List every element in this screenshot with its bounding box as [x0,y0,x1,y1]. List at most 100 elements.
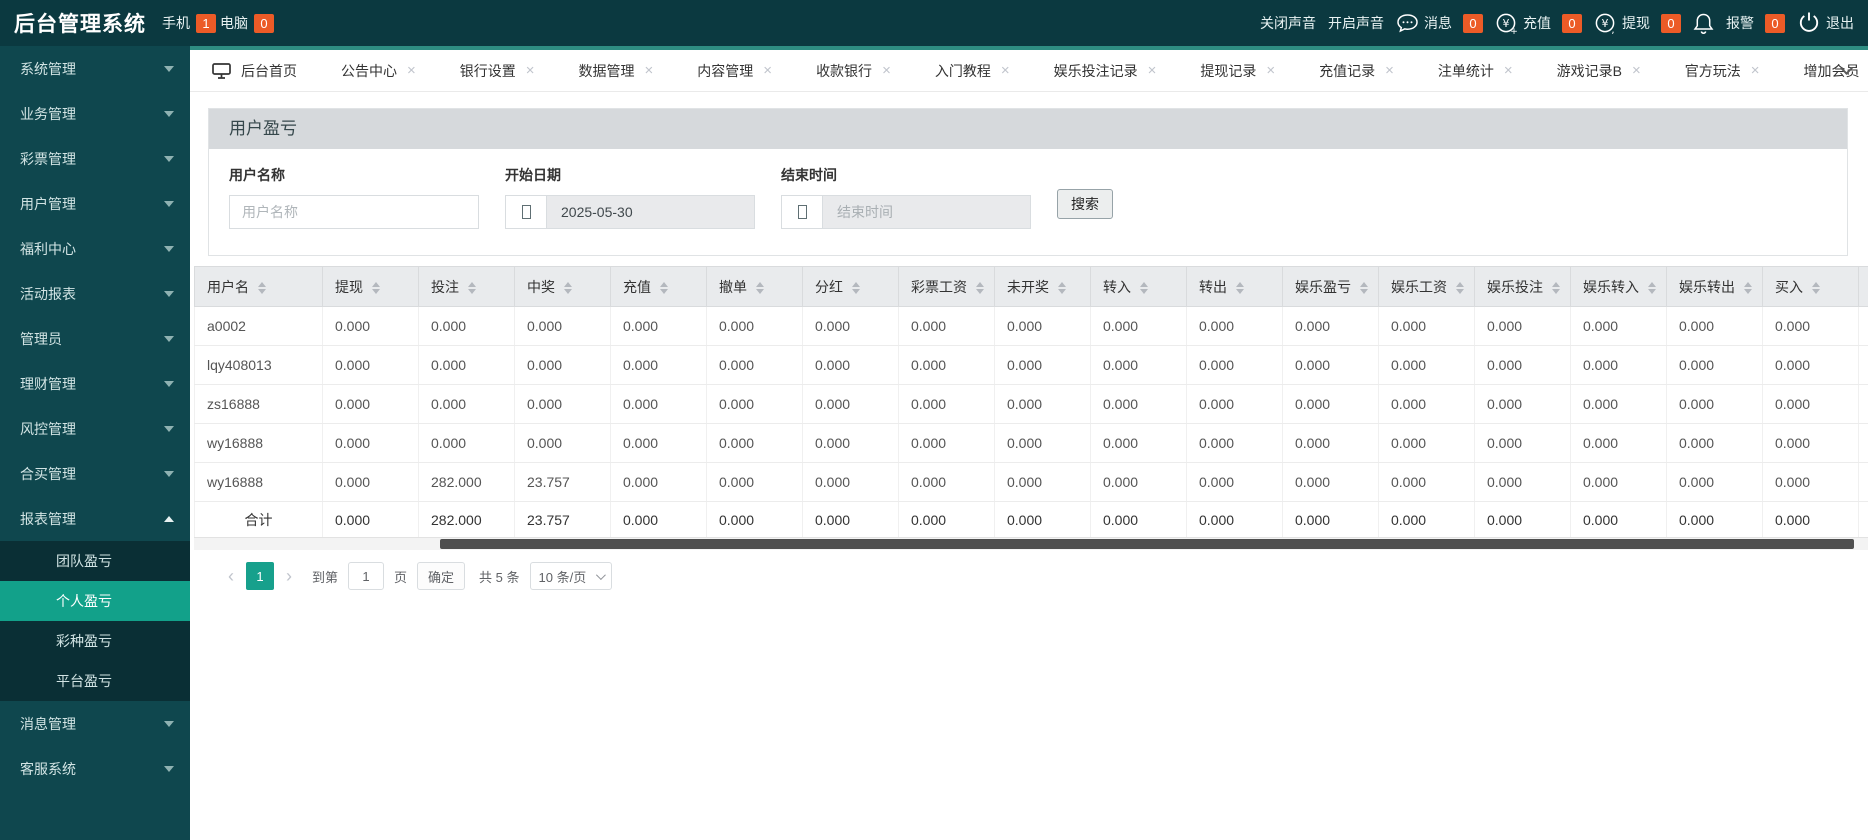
column-header-娱乐工资[interactable]: 娱乐工资 [1378,266,1475,307]
tab-注单统计[interactable]: 注单统计 × [1416,50,1535,91]
tab-close-icon[interactable]: × [645,63,654,78]
tab-官方玩法[interactable]: 官方玩法 × [1663,50,1782,91]
column-header-娱乐投注[interactable]: 娱乐投注 [1474,266,1571,307]
tab-home[interactable]: 后台首页 [190,50,319,91]
tab-close-icon[interactable]: × [1001,63,1010,78]
sidebar-item-风控管理[interactable]: 风控管理 [0,406,190,451]
sort-icon[interactable] [1360,281,1368,294]
sound-on-button[interactable]: 开启声音 [1328,13,1384,33]
sidebar-subitem-平台盈亏[interactable]: 平台盈亏 [0,661,190,701]
sidebar-item-用户管理[interactable]: 用户管理 [0,181,190,226]
cell-value: 0.000 [1090,384,1187,424]
column-header-娱乐盈亏[interactable]: 娱乐盈亏 [1282,266,1379,307]
sort-icon[interactable] [1058,281,1066,294]
tab-内容管理[interactable]: 内容管理 × [675,50,794,91]
tab-close-icon[interactable]: × [763,63,772,78]
tab-close-icon[interactable]: × [1385,63,1394,78]
sort-icon[interactable] [468,281,476,294]
column-header-彩票工资[interactable]: 彩票工资 [898,266,995,307]
sidebar-subitem-团队盈亏[interactable]: 团队盈亏 [0,541,190,581]
goto-page-input[interactable] [348,562,385,590]
tab-overflow-chevron-icon[interactable] [1840,62,1854,76]
column-header-用户名[interactable]: 用户名 [194,266,323,307]
page-size-select[interactable]: 10 条/页 [529,562,613,590]
sidebar-item-活动报表[interactable]: 活动报表 [0,271,190,316]
tab-入门教程[interactable]: 入门教程 × [913,50,1032,91]
column-header-转入[interactable]: 转入 [1090,266,1187,307]
sidebar-item-理财管理[interactable]: 理财管理 [0,361,190,406]
messages-item[interactable]: 消息 0 [1396,13,1483,34]
sound-off-button[interactable]: 关闭声音 [1260,13,1316,33]
column-header-转出[interactable]: 转出 [1186,266,1283,307]
tab-close-icon[interactable]: × [882,63,891,78]
sort-icon[interactable] [1140,281,1148,294]
withdraw-item[interactable]: ¥, 提现 0 [1594,12,1681,35]
tab-银行设置[interactable]: 银行设置 × [438,50,557,91]
tab-close-icon[interactable]: × [1504,63,1513,78]
tab-游戏记录B[interactable]: 游戏记录B × [1535,50,1663,91]
confirm-page-button[interactable]: 确定 [417,562,466,590]
sidebar-subitem-个人盈亏[interactable]: 个人盈亏 [0,581,190,621]
sort-icon[interactable] [1812,281,1820,294]
sort-icon[interactable] [1648,281,1656,294]
column-header-分红[interactable]: 分红 [802,266,899,307]
prev-page-button[interactable]: ‹ [226,567,236,585]
sort-icon[interactable] [756,281,764,294]
sidebar-item-管理员[interactable]: 管理员 [0,316,190,361]
sort-icon[interactable] [1236,281,1244,294]
tab-增加会员[interactable]: 增加会员× [1782,50,1868,91]
column-header-买入[interactable]: 买入 [1762,266,1859,307]
column-header-娱乐转入[interactable]: 娱乐转入 [1570,266,1667,307]
column-header-投注[interactable]: 投注 [418,266,515,307]
sort-icon[interactable] [1456,281,1464,294]
tab-公告中心[interactable]: 公告中心 × [319,50,438,91]
sidebar-subitem-彩种盈亏[interactable]: 彩种盈亏 [0,621,190,661]
column-header-中奖[interactable]: 中奖 [514,266,611,307]
tab-充值记录[interactable]: 充值记录 × [1297,50,1416,91]
start-date-input[interactable]: 2025-05-30 [505,195,755,229]
sidebar-item-系统管理[interactable]: 系统管理 [0,46,190,91]
column-header-提现[interactable]: 提现 [322,266,419,307]
sort-icon[interactable] [258,281,266,294]
column-header-娱乐转出[interactable]: 娱乐转出 [1666,266,1763,307]
sort-down-icon [1140,288,1148,294]
recharge-item[interactable]: ¥ + 充值 0 [1495,12,1582,35]
sort-icon[interactable] [852,281,860,294]
sidebar-item-业务管理[interactable]: 业务管理 [0,91,190,136]
logout-item[interactable]: 退出 [1797,11,1854,35]
sort-icon[interactable] [372,281,380,294]
sort-icon[interactable] [660,281,668,294]
username-input[interactable] [229,195,479,229]
search-button[interactable]: 搜索 [1057,189,1113,219]
column-header-卖出[interactable]: 卖出 [1858,266,1868,307]
tab-close-icon[interactable]: × [1632,63,1641,78]
alarm-item[interactable]: 报警 0 [1726,13,1785,33]
sidebar-item-福利中心[interactable]: 福利中心 [0,226,190,271]
sort-icon[interactable] [564,281,572,294]
next-page-button[interactable]: › [284,567,294,585]
end-date-input[interactable]: 结束时间 [781,195,1031,229]
scrollbar-thumb[interactable] [440,539,1854,549]
column-header-充值[interactable]: 充值 [610,266,707,307]
tab-close-icon[interactable]: × [1266,63,1275,78]
tab-娱乐投注记录[interactable]: 娱乐投注记录 × [1032,50,1179,91]
tab-close-icon[interactable]: × [526,63,535,78]
sidebar-item-消息管理[interactable]: 消息管理 [0,701,190,746]
tab-close-icon[interactable]: × [1148,63,1157,78]
current-page-button[interactable]: 1 [246,562,274,590]
tab-收款银行[interactable]: 收款银行 × [794,50,913,91]
column-header-撤单[interactable]: 撤单 [706,266,803,307]
sidebar-item-合买管理[interactable]: 合买管理 [0,451,190,496]
sort-icon[interactable] [976,281,984,294]
column-header-未开奖[interactable]: 未开奖 [994,266,1091,307]
sort-icon[interactable] [1744,281,1752,294]
sidebar-item-客服系统[interactable]: 客服系统 [0,746,190,791]
sidebar-item-报表管理[interactable]: 报表管理 [0,496,190,541]
tab-close-icon[interactable]: × [1751,63,1760,78]
sidebar-item-彩票管理[interactable]: 彩票管理 [0,136,190,181]
sort-icon[interactable] [1552,281,1560,294]
bell-icon[interactable] [1693,12,1714,35]
tab-提现记录[interactable]: 提现记录 × [1178,50,1297,91]
tab-数据管理[interactable]: 数据管理 × [557,50,676,91]
tab-close-icon[interactable]: × [407,63,416,78]
